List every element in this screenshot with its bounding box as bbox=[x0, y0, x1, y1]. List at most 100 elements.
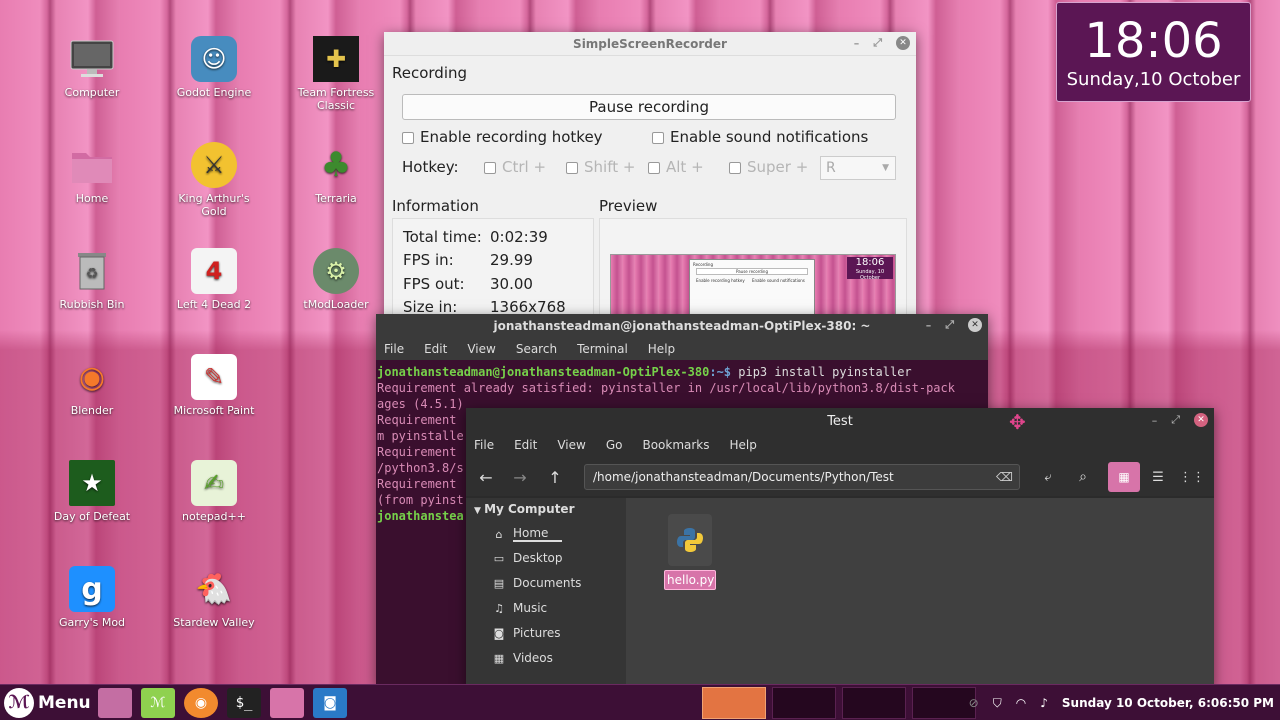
maximize-icon[interactable]: ⤢ bbox=[945, 318, 954, 332]
taskbar-window-2[interactable] bbox=[772, 687, 836, 719]
hotkey-checkbox[interactable] bbox=[402, 131, 414, 144]
chevron-down-icon: ▼ bbox=[882, 163, 889, 173]
no-entry-icon[interactable]: ⊘ bbox=[969, 696, 979, 710]
desktop-icon-stardew[interactable]: 🐔 Stardew Valley bbox=[164, 566, 264, 630]
terminal-titlebar[interactable]: jonathansteadman@jonathansteadman-OptiPl… bbox=[376, 314, 988, 338]
sidebar-item-pictures[interactable]: ◙ Pictures bbox=[492, 626, 561, 640]
menu-button[interactable]: ℳ Menu bbox=[0, 685, 94, 720]
taskbar-window-ssr[interactable] bbox=[702, 687, 766, 719]
back-icon[interactable]: ← bbox=[472, 464, 500, 490]
info-fps-in-label: FPS in: bbox=[403, 251, 454, 269]
files-launcher-icon[interactable] bbox=[270, 687, 304, 718]
desktop-icon-notepad[interactable]: ✍ notepad++ bbox=[164, 460, 264, 523]
sidebar-heading[interactable]: ▼ My Computer bbox=[474, 502, 574, 516]
key-select[interactable]: R ▼ bbox=[820, 156, 896, 180]
sidebar-item-desktop[interactable]: ▭ Desktop bbox=[492, 551, 563, 565]
sound-checkbox-row[interactable]: Enable sound notifications bbox=[652, 128, 868, 146]
pause-recording-button[interactable]: Pause recording bbox=[402, 94, 896, 120]
wifi-icon[interactable]: ◠ bbox=[1016, 696, 1026, 710]
firefox-icon[interactable]: ◉ bbox=[184, 687, 218, 718]
volume-icon[interactable]: ♪ bbox=[1040, 696, 1048, 710]
close-icon[interactable]: ✕ bbox=[1194, 413, 1208, 427]
show-desktop-icon[interactable] bbox=[98, 687, 132, 718]
sidebar-item-home[interactable]: ⌂ Home bbox=[492, 526, 563, 542]
info-total-time-value: 0:02:39 bbox=[490, 228, 548, 246]
taskbar-window-4[interactable] bbox=[912, 687, 976, 719]
python-file-icon bbox=[668, 514, 712, 566]
terminal-menu-view[interactable]: View bbox=[467, 342, 495, 356]
shield-icon[interactable]: ⛉ bbox=[993, 696, 1002, 711]
terminal-menu-edit[interactable]: Edit bbox=[424, 342, 447, 356]
fm-menu-bookmarks[interactable]: Bookmarks bbox=[642, 438, 709, 452]
music-icon: ♫ bbox=[494, 601, 504, 615]
alt-option[interactable]: Alt + bbox=[648, 158, 704, 176]
desktop-icon-kag[interactable]: ⚔ King Arthur's Gold bbox=[164, 142, 264, 218]
desktop-icon-computer[interactable]: Computer bbox=[42, 36, 142, 99]
taskbar-window-3[interactable] bbox=[842, 687, 906, 719]
fm-menu-view[interactable]: View bbox=[557, 438, 585, 452]
fm-menu-file[interactable]: File bbox=[474, 438, 494, 452]
compact-view-icon[interactable]: ⋮⋮ bbox=[1178, 464, 1206, 490]
terminal-menu-terminal[interactable]: Terminal bbox=[577, 342, 628, 356]
terminal-menu-search[interactable]: Search bbox=[516, 342, 557, 356]
desktop-icon-godot[interactable]: ☺ Godot Engine bbox=[164, 36, 264, 99]
dod-icon: ★ bbox=[69, 460, 115, 506]
desktop-icon-trash[interactable]: ♻ Rubbish Bin bbox=[42, 248, 142, 311]
minimize-icon[interactable]: – bbox=[926, 319, 932, 332]
maximize-icon[interactable]: ⤢ bbox=[873, 36, 882, 50]
fm-titlebar[interactable]: Test – ⤢ ✕ bbox=[466, 408, 1214, 434]
sidebar-item-documents[interactable]: ▤ Documents bbox=[492, 576, 582, 590]
ssr-title: SimpleScreenRecorder bbox=[573, 36, 727, 51]
desktop-icon-blender[interactable]: ◉ Blender bbox=[42, 354, 142, 418]
ctrl-option[interactable]: Ctrl + bbox=[484, 158, 546, 176]
fm-menu-edit[interactable]: Edit bbox=[514, 438, 537, 452]
location-bar[interactable]: /home/jonathansteadman/Documents/Python/… bbox=[584, 464, 1020, 490]
shift-option[interactable]: Shift + bbox=[566, 158, 635, 176]
fm-menu-help[interactable]: Help bbox=[730, 438, 757, 452]
minimize-icon[interactable]: – bbox=[854, 37, 860, 50]
desktop-icon-tfc[interactable]: ✚ Team Fortress Classic bbox=[286, 36, 386, 112]
super-option[interactable]: Super + bbox=[729, 158, 808, 176]
minimize-icon[interactable]: – bbox=[1152, 414, 1158, 427]
file-item[interactable]: hello.py bbox=[664, 514, 716, 590]
hotkey-checkbox-row[interactable]: Enable recording hotkey bbox=[402, 128, 603, 146]
terminal-menu-file[interactable]: File bbox=[384, 342, 404, 356]
info-fps-in-value: 29.99 bbox=[490, 251, 533, 269]
ssr-titlebar[interactable]: SimpleScreenRecorder – ⤢ ✕ bbox=[384, 32, 916, 56]
fm-content[interactable]: hello.py bbox=[626, 498, 1214, 688]
taskbar-clock[interactable]: Sunday 10 October, 6:06:50 PM bbox=[1062, 696, 1274, 710]
maximize-icon[interactable]: ⤢ bbox=[1171, 413, 1180, 427]
clear-location-icon[interactable]: ⌫ bbox=[996, 465, 1013, 489]
desktop-icon-tmodloader[interactable]: ⚙ tModLoader bbox=[286, 248, 386, 311]
information-heading: Information bbox=[392, 197, 479, 215]
toggle-location-icon[interactable]: ⤶ bbox=[1034, 464, 1062, 490]
forward-icon[interactable]: → bbox=[506, 464, 534, 490]
desktop-icon-home[interactable]: Home bbox=[42, 142, 142, 205]
search-icon[interactable]: ⌕ bbox=[1069, 464, 1097, 490]
desktop-icon-paint[interactable]: ✎ Microsoft Paint bbox=[164, 354, 264, 417]
desktop-icon-gmod[interactable]: g Garry's Mod bbox=[42, 566, 142, 629]
desktop-icon-dod[interactable]: ★ Day of Defeat bbox=[42, 460, 142, 523]
terminal-menu-help[interactable]: Help bbox=[648, 342, 675, 356]
paint-icon: ✎ bbox=[191, 354, 237, 400]
desktop-icon-l4d2[interactable]: 4 Left 4 Dead 2 bbox=[164, 248, 264, 311]
hotkey-label: Hotkey: bbox=[402, 158, 459, 176]
list-view-icon[interactable]: ☰ bbox=[1144, 464, 1172, 490]
hotkey-checkbox-label: Enable recording hotkey bbox=[420, 128, 603, 146]
close-icon[interactable]: ✕ bbox=[968, 318, 982, 332]
screenshot-icon[interactable]: ◙ bbox=[313, 687, 347, 718]
up-icon[interactable]: ↑ bbox=[541, 464, 569, 490]
file-name: hello.py bbox=[664, 570, 716, 590]
fm-menu-go[interactable]: Go bbox=[606, 438, 623, 452]
sidebar-item-music[interactable]: ♫ Music bbox=[492, 601, 547, 615]
l4d2-icon: 4 bbox=[191, 248, 237, 294]
mintinstall-icon[interactable]: ℳ bbox=[141, 687, 175, 718]
sidebar-item-videos[interactable]: ▦ Videos bbox=[492, 651, 553, 665]
icon-view-icon[interactable]: ▦ bbox=[1108, 462, 1140, 492]
terminal-launcher-icon[interactable]: $_ bbox=[227, 687, 261, 718]
home-icon: ⌂ bbox=[495, 527, 503, 541]
close-icon[interactable]: ✕ bbox=[896, 36, 910, 50]
desktop-icon-terraria[interactable]: ♣ Terraria bbox=[286, 142, 386, 205]
sound-checkbox[interactable] bbox=[652, 131, 664, 144]
kag-icon: ⚔ bbox=[191, 142, 237, 188]
